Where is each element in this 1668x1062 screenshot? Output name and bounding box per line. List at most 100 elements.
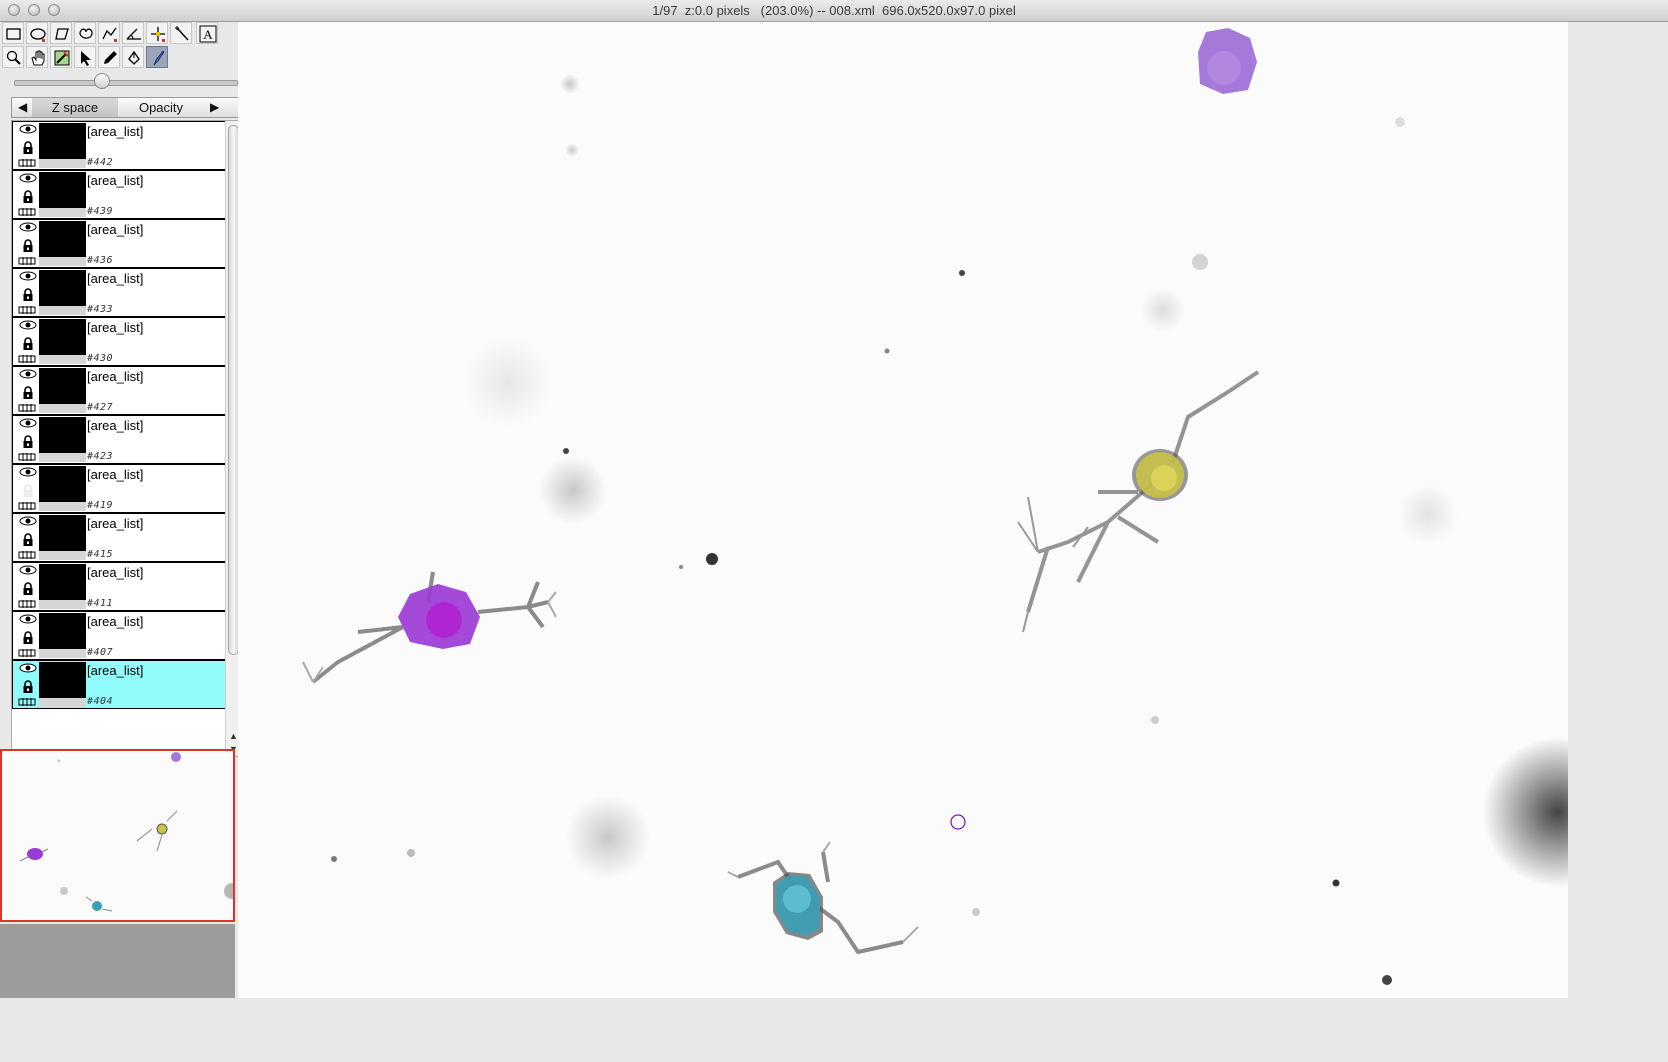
polygon-tool-button[interactable] [50, 22, 72, 44]
layer-thumbnail [39, 417, 86, 453]
brush-tool-button[interactable] [146, 46, 168, 68]
lock-icon[interactable] [22, 582, 34, 596]
link-icon[interactable] [18, 453, 36, 461]
visibility-eye-icon[interactable] [19, 222, 37, 232]
link-icon[interactable] [18, 551, 36, 559]
layer-label: [area_list] [87, 565, 144, 580]
visibility-eye-icon[interactable] [19, 663, 37, 673]
layer-row[interactable]: [area_list] #430 [12, 317, 226, 366]
link-icon[interactable] [18, 355, 36, 363]
visibility-eye-icon[interactable] [19, 614, 37, 624]
angle-tool-button[interactable] [122, 22, 144, 44]
panel-tab-bar: ◀ Z space Opacity ▶ [11, 97, 240, 118]
pick-tool-button[interactable] [50, 46, 72, 68]
oval-icon [30, 28, 46, 42]
lock-icon[interactable] [22, 288, 34, 302]
link-icon[interactable] [18, 649, 36, 657]
segmented-line-icon [102, 27, 117, 42]
layer-row[interactable]: [area_list] #404 [12, 660, 226, 709]
tab-opacity[interactable]: Opacity [118, 98, 204, 117]
window-title-bar: 1/97 z:0.0 pixels (203.0%) -- 008.xml 69… [0, 0, 1668, 22]
lock-icon[interactable] [22, 484, 34, 498]
visibility-eye-icon[interactable] [19, 467, 37, 477]
layer-thumbnail-bar [39, 159, 86, 168]
link-icon[interactable] [18, 698, 36, 706]
lock-icon[interactable] [22, 680, 34, 694]
text-tool-button[interactable]: A [196, 22, 218, 44]
visibility-eye-icon[interactable] [19, 173, 37, 183]
layer-row[interactable]: [area_list] #433 [12, 268, 226, 317]
zoom-tool-button[interactable] [2, 46, 24, 68]
select-tool-button[interactable] [74, 46, 96, 68]
tab-scroll-left-icon[interactable]: ◀ [18, 100, 27, 114]
layer-id: #411 [87, 598, 114, 609]
layer-row[interactable]: [area_list] #442 [12, 121, 226, 170]
layer-thumbnail [39, 613, 86, 649]
navigator-overview[interactable] [0, 749, 235, 922]
layer-row[interactable]: [area_list] #427 [12, 366, 226, 415]
link-icon[interactable] [18, 257, 36, 265]
visibility-eye-icon[interactable] [19, 418, 37, 428]
lock-icon[interactable] [22, 533, 34, 547]
layer-row[interactable]: [area_list] #411 [12, 562, 226, 611]
visibility-eye-icon[interactable] [19, 516, 37, 526]
layer-row[interactable]: [area_list] #419 [12, 464, 226, 513]
layer-label: [area_list] [87, 516, 144, 531]
point-tool-button[interactable] [146, 22, 168, 44]
freehand-tool-button[interactable] [74, 22, 96, 44]
layer-row[interactable]: [area_list] #407 [12, 611, 226, 660]
lock-icon[interactable] [22, 631, 34, 645]
oval-tool-button[interactable] [26, 22, 48, 44]
lock-icon[interactable] [22, 435, 34, 449]
layer-id: #404 [87, 696, 114, 707]
link-icon[interactable] [18, 306, 36, 314]
tab-z-space[interactable]: Z space [32, 98, 118, 117]
image-canvas[interactable] [238, 22, 1568, 998]
layer-row[interactable]: [area_list] #415 [12, 513, 226, 562]
wand-tool-button[interactable] [170, 22, 192, 44]
layer-label: [area_list] [87, 320, 144, 335]
pencil-tool-button[interactable] [98, 46, 120, 68]
tab-scroll-right-icon[interactable]: ▶ [210, 100, 219, 114]
layer-thumbnail-bar [39, 551, 86, 560]
visibility-eye-icon[interactable] [19, 124, 37, 134]
hand-tool-button[interactable] [26, 46, 48, 68]
lock-icon[interactable] [22, 190, 34, 204]
brush-size-slider-track[interactable] [14, 80, 238, 86]
layer-thumbnail [39, 172, 86, 208]
lock-icon[interactable] [22, 239, 34, 253]
microscopy-image [238, 22, 1568, 998]
layer-label: [area_list] [87, 418, 144, 433]
layer-label: [area_list] [87, 222, 144, 237]
bottom-margin [0, 998, 1668, 1062]
lock-icon[interactable] [22, 386, 34, 400]
rectangle-tool-button[interactable] [2, 22, 24, 44]
layer-id: #419 [87, 500, 114, 511]
layer-thumbnail [39, 319, 86, 355]
visibility-eye-icon[interactable] [19, 271, 37, 281]
link-icon[interactable] [18, 502, 36, 510]
layer-label: [area_list] [87, 467, 144, 482]
link-icon[interactable] [18, 404, 36, 412]
link-icon[interactable] [18, 600, 36, 608]
paint-bucket-icon [128, 50, 140, 65]
link-icon[interactable] [18, 159, 36, 167]
layer-row[interactable]: [area_list] #439 [12, 170, 226, 219]
layer-row[interactable]: [area_list] #436 [12, 219, 226, 268]
layer-thumbnail [39, 221, 86, 257]
freehand-icon [79, 28, 93, 39]
layer-row[interactable]: [area_list] #423 [12, 415, 226, 464]
visibility-eye-icon[interactable] [19, 565, 37, 575]
visibility-eye-icon[interactable] [19, 369, 37, 379]
lock-icon[interactable] [22, 141, 34, 155]
scroll-up-icon[interactable]: ▲ [229, 731, 238, 741]
fill-tool-button[interactable] [122, 46, 144, 68]
link-icon[interactable] [18, 208, 36, 216]
lock-icon[interactable] [22, 337, 34, 351]
layer-thumbnail [39, 515, 86, 551]
brush-size-slider-knob[interactable] [94, 73, 110, 89]
layer-thumbnail [39, 466, 86, 502]
line-tool-button[interactable] [98, 22, 120, 44]
visibility-eye-icon[interactable] [19, 320, 37, 330]
crosshair-point-icon [151, 27, 165, 42]
